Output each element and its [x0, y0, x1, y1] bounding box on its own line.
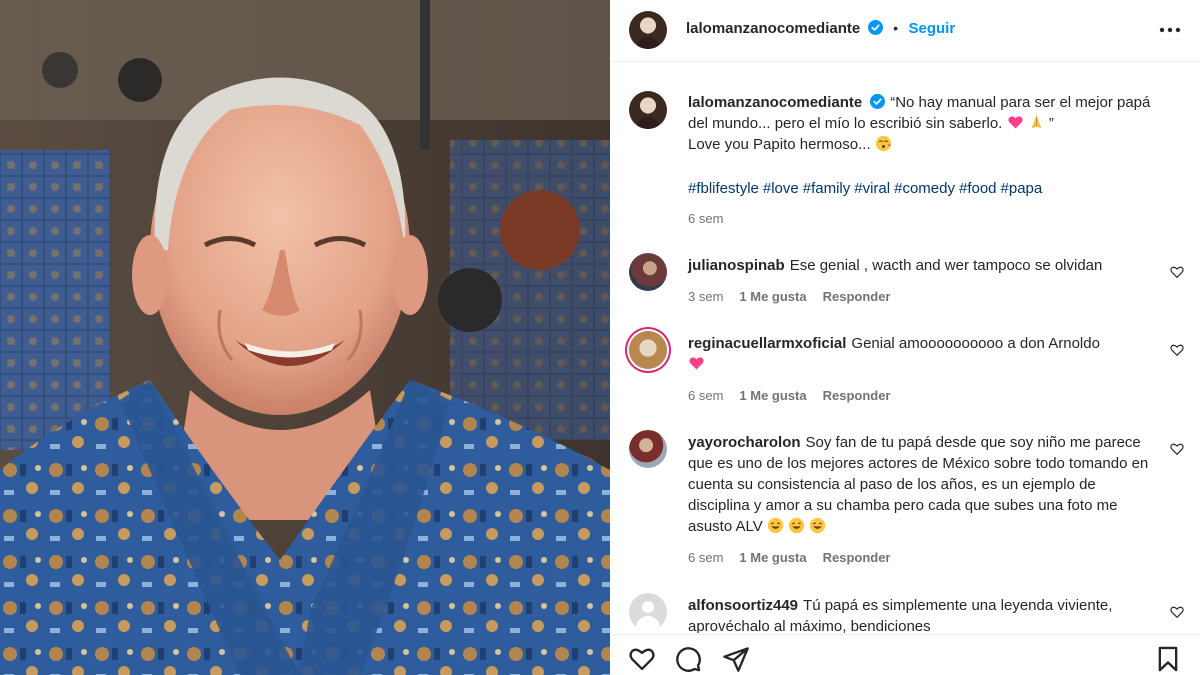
author-username[interactable]: lalomanzanocomediante	[686, 20, 860, 37]
commenter-username[interactable]: yayorocharolon	[688, 434, 801, 451]
comment-timestamp[interactable]: 6 sem	[688, 388, 723, 403]
commenter-username[interactable]: reginacuellarmxoficial	[688, 335, 846, 352]
commenter-avatar[interactable]	[629, 430, 667, 468]
reply-button[interactable]: Responder	[823, 550, 891, 565]
comment-meta: 3 sem 1 Me gusta Responder	[688, 286, 1158, 307]
hashtag-list: #fblifestyle #love #family #viral #comedy #fo…	[688, 178, 1158, 199]
heart-icon[interactable]	[628, 645, 656, 673]
caption-line-2: Love you Papito hermoso...	[688, 136, 871, 153]
post-photo	[0, 0, 610, 675]
verified-badge-icon	[867, 20, 883, 35]
hashtag-link[interactable]: #family	[803, 180, 851, 197]
like-comment-icon[interactable]	[1170, 343, 1184, 357]
comment-body: julianospinab Ese genial , wacth and wer …	[688, 255, 1158, 276]
like-comment-icon[interactable]	[1170, 265, 1184, 279]
comment-body: reginacuellarmxoficial Genial amooooooooo…	[688, 333, 1158, 375]
laughing-face-emoji-icon	[810, 517, 826, 534]
hashtag-link[interactable]: #love	[763, 180, 799, 197]
author-avatar[interactable]	[629, 11, 667, 49]
laughing-face-emoji-icon	[767, 517, 784, 534]
post-detail-panel: lalomanzanocomediante • Seguir lalomanza…	[610, 0, 1200, 675]
laughing-face-emoji-icon	[788, 517, 805, 534]
header-info: lalomanzanocomediante • Seguir	[686, 20, 955, 38]
comment-text: Genial amoooooooooo a don Arnoldo	[851, 335, 1100, 352]
post-header: lalomanzanocomediante • Seguir	[610, 0, 1200, 62]
pink-heart-emoji-icon	[1007, 116, 1023, 129]
reply-button[interactable]: Responder	[823, 289, 891, 304]
photo-illustration	[0, 0, 610, 675]
hashtag-link[interactable]: #comedy	[894, 180, 955, 197]
comment-likes[interactable]: 1 Me gusta	[739, 550, 806, 565]
reply-button[interactable]: Responder	[823, 388, 891, 403]
separator-dot: •	[893, 20, 899, 36]
comment-timestamp[interactable]: 6 sem	[688, 550, 723, 565]
kissing-face-emoji-icon	[875, 135, 891, 152]
like-comment-icon[interactable]	[1170, 605, 1184, 619]
hashtag-link[interactable]: #viral	[854, 180, 890, 197]
caption-body: lalomanzanocomediante “No hay manual para…	[688, 92, 1158, 155]
caption-author-avatar[interactable]	[629, 91, 667, 129]
follow-button[interactable]: Seguir	[908, 20, 955, 37]
commenter-avatar[interactable]	[629, 593, 667, 631]
like-comment-icon[interactable]	[1170, 442, 1184, 456]
comment-body: yayorocharolon Soy fan de tu papá desde q…	[688, 432, 1158, 537]
comment-text: Ese genial , wacth and wer tampoco se ol…	[789, 257, 1103, 274]
caption-timestamp[interactable]: 6 sem	[688, 211, 723, 226]
comments-scroll-area[interactable]: lalomanzanocomediante “No hay manual para…	[610, 63, 1200, 633]
comment-timestamp[interactable]: 3 sem	[688, 289, 723, 304]
hashtag-link[interactable]: #papa	[1001, 180, 1043, 197]
comment-meta: 6 sem 1 Me gusta Responder	[688, 385, 1158, 406]
bookmark-icon[interactable]	[1154, 645, 1182, 673]
share-icon[interactable]	[722, 645, 750, 673]
caption-meta: 6 sem	[688, 208, 1158, 229]
comment-likes[interactable]: 1 Me gusta	[739, 289, 806, 304]
comment-icon[interactable]	[674, 645, 702, 673]
caption-close-quote: ”	[1048, 115, 1054, 132]
comment-body: alfonsoortiz449 Tú papá es simplemente un…	[688, 595, 1158, 633]
pink-heart-emoji-icon	[689, 357, 704, 370]
commenter-avatar[interactable]	[629, 331, 667, 369]
commenter-username[interactable]: alfonsoortiz449	[688, 597, 798, 614]
comment-meta: 6 sem 1 Me gusta Responder	[688, 547, 1158, 568]
comment-likes[interactable]: 1 Me gusta	[739, 388, 806, 403]
hashtag-link[interactable]: #food	[959, 180, 997, 197]
post-action-bar	[610, 634, 1200, 675]
caption-author-username[interactable]: lalomanzanocomediante	[688, 94, 862, 111]
more-horizontal-icon[interactable]	[1158, 20, 1182, 40]
verified-badge-icon	[870, 94, 886, 109]
commenter-avatar[interactable]	[629, 253, 667, 291]
praying-hands-emoji-icon	[1031, 115, 1042, 129]
commenter-username[interactable]: julianospinab	[688, 257, 785, 274]
hashtag-link[interactable]: #fblifestyle	[688, 180, 759, 197]
